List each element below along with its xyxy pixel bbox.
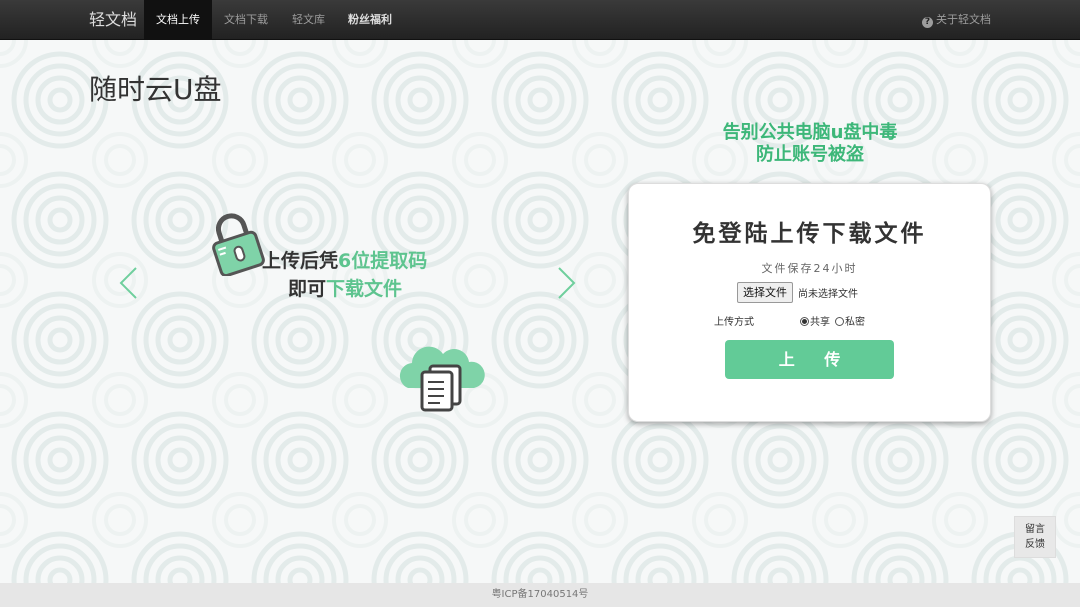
carousel-text-line1: 上传后凭6位提取码: [262, 246, 427, 273]
about-link[interactable]: ? 关于轻文档: [922, 0, 991, 40]
mode-option-shared[interactable]: 共享: [800, 313, 830, 328]
about-label: 关于轻文档: [936, 13, 991, 26]
carousel-text-highlight: 6位提取码: [338, 250, 428, 272]
carousel-text-highlight: 下载文件: [326, 278, 403, 300]
carousel-text-plain: 即可: [288, 278, 327, 300]
radio-unchecked-icon[interactable]: [835, 317, 844, 326]
nav-tab-upload[interactable]: 文档上传: [144, 0, 212, 40]
choose-file-button[interactable]: 选择文件: [737, 282, 793, 303]
nav-tab-fan-benefits[interactable]: 粉丝福利: [336, 0, 404, 40]
feedback-label-line2: 反馈: [1025, 539, 1045, 550]
footer: 粤ICP备17040514号: [0, 583, 1080, 607]
feedback-label-line1: 留言: [1025, 524, 1045, 535]
carousel-text-plain: 上传后凭: [262, 250, 339, 272]
carousel-prev-icon[interactable]: [117, 265, 139, 301]
upload-button[interactable]: 上 传: [725, 340, 894, 379]
question-circle-icon: ?: [922, 17, 933, 28]
nav-tab-download[interactable]: 文档下载: [212, 0, 280, 40]
feedback-button[interactable]: 留言 反馈: [1014, 516, 1056, 558]
icp-record-link[interactable]: 粤ICP备17040514号: [492, 589, 589, 600]
nav-tab-library[interactable]: 轻文库: [280, 0, 337, 40]
slogan-line2: 防止账号被盗: [756, 144, 864, 165]
cloud-document-icon: [399, 346, 485, 412]
mode-option-private[interactable]: 私密: [835, 313, 865, 328]
carousel-text-line2: 即可下载文件: [288, 274, 402, 301]
mode-option-label: 共享: [810, 317, 830, 328]
radio-checked-icon[interactable]: [800, 317, 809, 326]
brand-logo[interactable]: 轻文档: [89, 0, 137, 40]
upload-mode-label: 上传方式: [714, 317, 754, 328]
top-navbar: 轻文档 文档上传 文档下载 轻文库 粉丝福利 ? 关于轻文档: [0, 0, 1080, 40]
page-title: 随时云U盘: [89, 73, 222, 106]
lock-icon: [212, 213, 265, 276]
mode-option-label: 私密: [845, 317, 865, 328]
carousel-next-icon[interactable]: [556, 265, 578, 301]
retention-note: 文件保存24小时: [761, 262, 858, 275]
upload-card: 免登陆上传下载文件 文件保存24小时 选择文件 尚未选择文件 上传方式 共享 私…: [628, 183, 991, 422]
upload-card-title: 免登陆上传下载文件: [692, 221, 927, 247]
file-status-text: 尚未选择文件: [798, 289, 858, 300]
